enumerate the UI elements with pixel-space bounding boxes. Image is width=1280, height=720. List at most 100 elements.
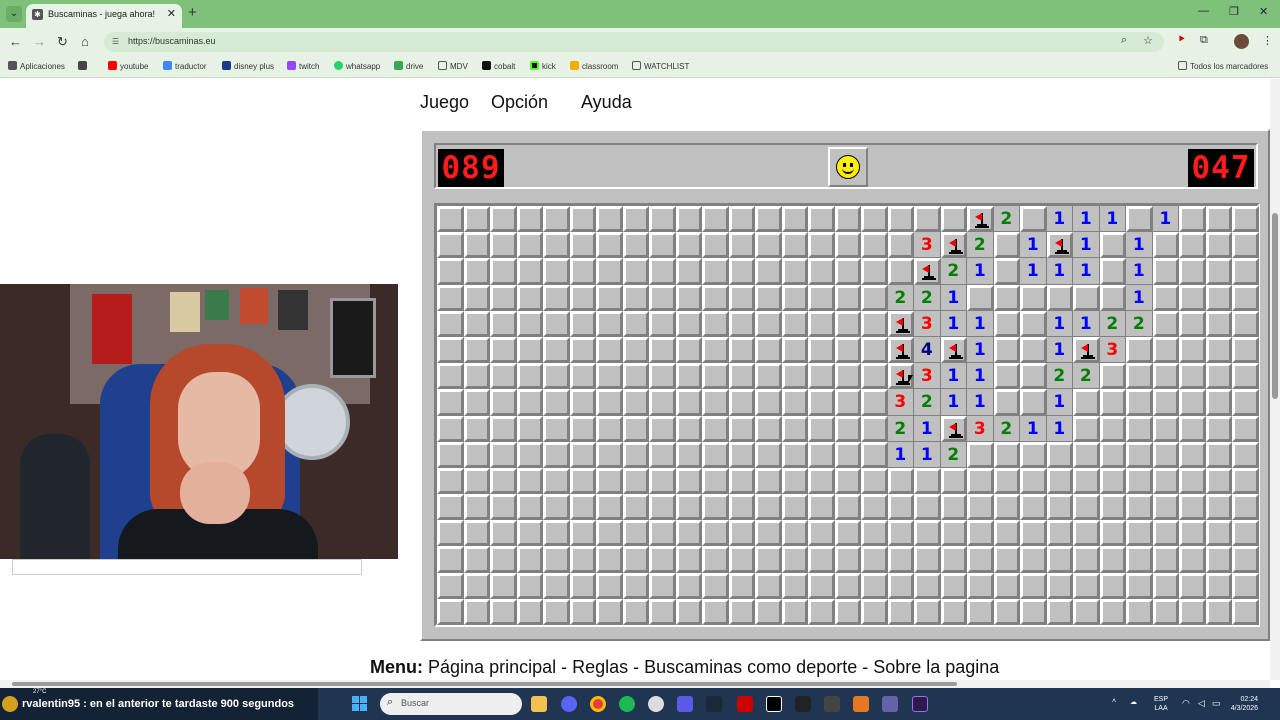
- bookmark-mdv[interactable]: MDV: [438, 61, 468, 71]
- hidden-cell[interactable]: [1179, 415, 1206, 442]
- hidden-cell[interactable]: [1179, 389, 1206, 416]
- hidden-cell[interactable]: [569, 389, 596, 416]
- hidden-cell[interactable]: [755, 206, 782, 233]
- hidden-cell[interactable]: [675, 232, 702, 259]
- hidden-cell[interactable]: [967, 572, 994, 599]
- hidden-cell[interactable]: [1046, 520, 1073, 547]
- hidden-cell[interactable]: [543, 441, 570, 468]
- hidden-cell[interactable]: [1126, 494, 1153, 521]
- hidden-cell[interactable]: [1099, 441, 1126, 468]
- hidden-cell[interactable]: [1020, 336, 1047, 364]
- hidden-cell[interactable]: [569, 310, 596, 337]
- hidden-cell[interactable]: [993, 363, 1020, 390]
- hidden-cell[interactable]: [728, 520, 755, 547]
- menu-dots-icon[interactable]: ⋮: [1262, 34, 1273, 47]
- hidden-cell[interactable]: [808, 336, 835, 364]
- file-explorer-icon[interactable]: [531, 696, 547, 712]
- hidden-cell[interactable]: [728, 232, 755, 259]
- hidden-cell[interactable]: [755, 389, 782, 416]
- hidden-cell[interactable]: [940, 520, 967, 547]
- hidden-cell[interactable]: [675, 441, 702, 468]
- hidden-cell[interactable]: [1179, 336, 1206, 364]
- hidden-cell[interactable]: [596, 363, 623, 390]
- hidden-cell[interactable]: [596, 336, 623, 364]
- hidden-cell[interactable]: [649, 441, 676, 468]
- hidden-cell[interactable]: [516, 441, 543, 468]
- number-cell[interactable]: 3: [1099, 336, 1126, 364]
- flag-cell[interactable]: [1073, 336, 1100, 364]
- hidden-cell[interactable]: [914, 494, 941, 521]
- hidden-cell[interactable]: [781, 363, 808, 390]
- hidden-cell[interactable]: [1205, 389, 1232, 416]
- app-icon[interactable]: [766, 696, 782, 712]
- hidden-cell[interactable]: [781, 494, 808, 521]
- hidden-cell[interactable]: [1232, 494, 1259, 521]
- hidden-cell[interactable]: [569, 441, 596, 468]
- bookmark-drive[interactable]: drive: [394, 61, 423, 71]
- extension-icon[interactable]: ⯈: [1177, 34, 1186, 47]
- hidden-cell[interactable]: [967, 284, 994, 311]
- hidden-cell[interactable]: [1232, 572, 1259, 599]
- close-icon[interactable]: ✕: [167, 4, 176, 24]
- hidden-cell[interactable]: [675, 415, 702, 442]
- hidden-cell[interactable]: [622, 232, 649, 259]
- hidden-cell[interactable]: [781, 415, 808, 442]
- hidden-cell[interactable]: [490, 572, 517, 599]
- bookmark-star-icon[interactable]: ☆: [1143, 34, 1153, 47]
- bookmark-traductor[interactable]: traductor: [163, 61, 207, 71]
- number-cell[interactable]: 2: [887, 284, 914, 311]
- menu-juego[interactable]: Juego: [420, 92, 469, 113]
- hidden-cell[interactable]: [675, 336, 702, 364]
- hidden-cell[interactable]: [569, 572, 596, 599]
- hidden-cell[interactable]: [781, 310, 808, 337]
- hidden-cell[interactable]: [887, 232, 914, 259]
- hidden-cell[interactable]: [1073, 598, 1100, 625]
- hidden-cell[interactable]: [543, 494, 570, 521]
- hidden-cell[interactable]: [675, 546, 702, 573]
- hidden-cell[interactable]: [1205, 232, 1232, 259]
- hidden-cell[interactable]: [755, 363, 782, 390]
- app-icon[interactable]: [853, 696, 869, 712]
- hidden-cell[interactable]: [1152, 520, 1179, 547]
- number-cell[interactable]: 1: [914, 415, 941, 442]
- hidden-cell[interactable]: [1152, 598, 1179, 625]
- menu-ayuda[interactable]: Ayuda: [581, 92, 632, 113]
- hidden-cell[interactable]: [887, 467, 914, 495]
- hidden-cell[interactable]: [940, 494, 967, 521]
- hidden-cell[interactable]: [755, 415, 782, 442]
- hidden-cell[interactable]: [675, 572, 702, 599]
- hidden-cell[interactable]: [728, 494, 755, 521]
- hidden-cell[interactable]: [622, 494, 649, 521]
- number-cell[interactable]: 1: [967, 336, 994, 364]
- hidden-cell[interactable]: [781, 598, 808, 625]
- hidden-cell[interactable]: [569, 258, 596, 285]
- hidden-cell[interactable]: [596, 284, 623, 311]
- hidden-cell[interactable]: [543, 598, 570, 625]
- hidden-cell[interactable]: [728, 546, 755, 573]
- hidden-cell[interactable]: [808, 232, 835, 259]
- hidden-cell[interactable]: [437, 520, 464, 547]
- hidden-cell[interactable]: [702, 363, 729, 390]
- number-cell[interactable]: 2: [1073, 363, 1100, 390]
- hidden-cell[interactable]: [543, 232, 570, 259]
- hidden-cell[interactable]: [834, 494, 861, 521]
- hidden-cell[interactable]: [596, 598, 623, 625]
- hidden-cell[interactable]: [861, 284, 888, 311]
- hidden-cell[interactable]: [702, 206, 729, 233]
- home-icon[interactable]: ⌂: [81, 34, 89, 49]
- language-indicator[interactable]: ESP LAA: [1154, 695, 1168, 713]
- hidden-cell[interactable]: [569, 363, 596, 390]
- hidden-cell[interactable]: [490, 389, 517, 416]
- hidden-cell[interactable]: [490, 363, 517, 390]
- hidden-cell[interactable]: [437, 467, 464, 495]
- number-cell[interactable]: 2: [887, 415, 914, 442]
- hidden-cell[interactable]: [808, 310, 835, 337]
- hidden-cell[interactable]: [808, 258, 835, 285]
- hidden-cell[interactable]: [1020, 467, 1047, 495]
- hidden-cell[interactable]: [993, 520, 1020, 547]
- hidden-cell[interactable]: [490, 232, 517, 259]
- hidden-cell[interactable]: [437, 389, 464, 416]
- number-cell[interactable]: 1: [1046, 389, 1073, 416]
- hidden-cell[interactable]: [1126, 598, 1153, 625]
- hidden-cell[interactable]: [728, 206, 755, 233]
